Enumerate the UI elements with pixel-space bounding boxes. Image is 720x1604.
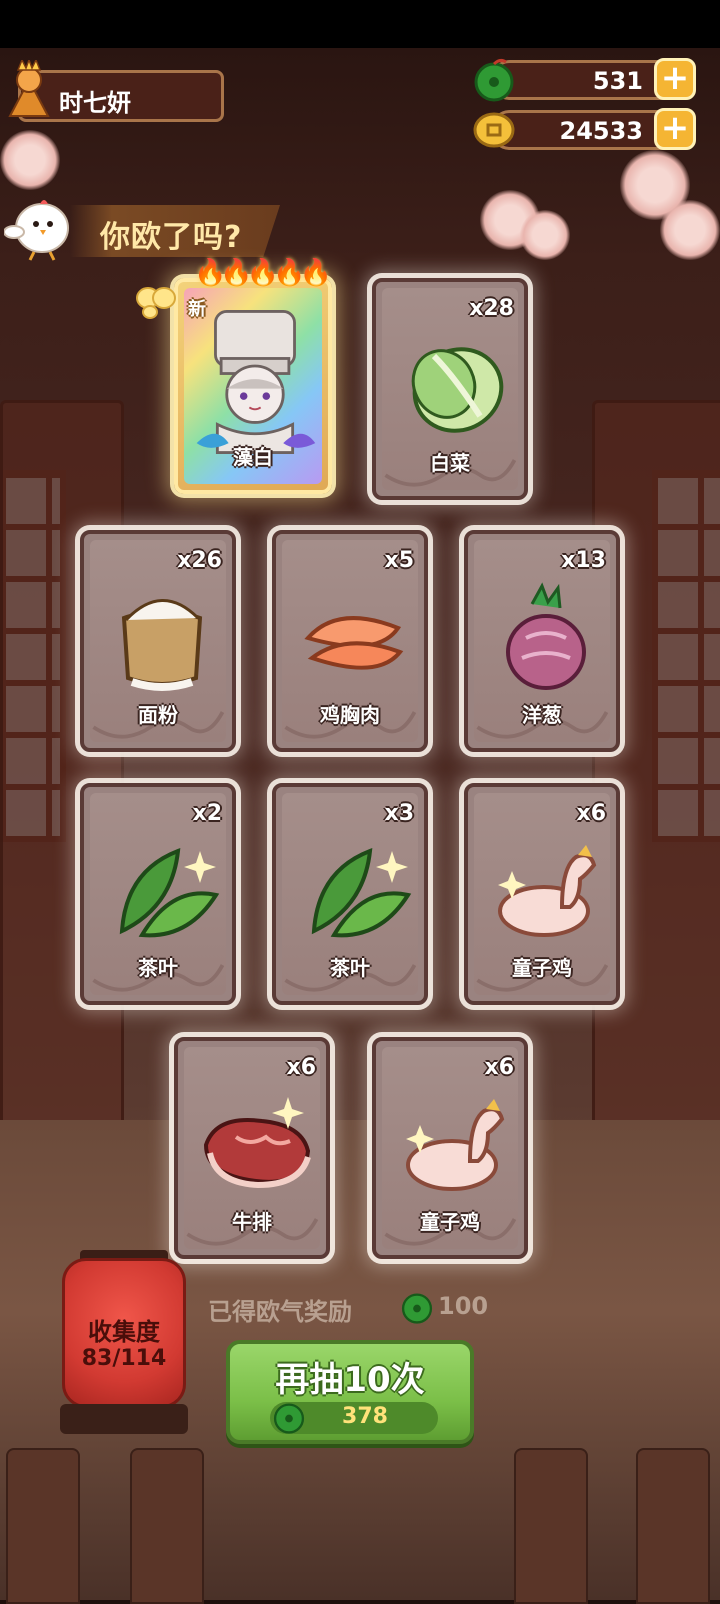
card-count: x13 <box>561 548 606 573</box>
tea-leaf-icon <box>119 847 220 938</box>
fence-post <box>6 1448 80 1604</box>
gold-coin-icon <box>473 112 515 148</box>
background-door-left <box>0 400 124 1126</box>
green-jade-icon <box>401 1293 433 1324</box>
reward-value: 100 <box>438 1292 489 1320</box>
card-count: x2 <box>192 801 223 826</box>
status-bar <box>0 0 720 48</box>
blossom-decoration <box>520 210 570 260</box>
young-chicken-icon <box>498 845 597 937</box>
card-name: 白菜 <box>430 451 470 475</box>
background-door-right <box>592 400 720 1126</box>
ingredient-card[interactable]: x26 面粉 <box>80 530 236 752</box>
draw-ten-button[interactable]: 再抽10次 378 <box>226 1340 474 1444</box>
card-count: x26 <box>177 548 222 573</box>
green-jade-icon <box>474 58 514 102</box>
napa-cabbage-icon <box>411 347 504 433</box>
card-name: 茶叶 <box>330 956 370 980</box>
chicken-breast-icon <box>304 616 404 670</box>
lantern-stand <box>60 1404 188 1434</box>
card-count: x6 <box>484 1055 515 1080</box>
flour-sack-icon <box>121 599 203 691</box>
card-count: x6 <box>286 1055 317 1080</box>
coin-value: 24533 <box>559 117 644 145</box>
new-tag: 新 <box>188 299 206 320</box>
player-avatar-icon[interactable] <box>6 60 52 118</box>
card-name: 鸡胸肉 <box>320 703 380 727</box>
card-name: 童子鸡 <box>420 1210 480 1234</box>
card-count: x3 <box>384 801 415 826</box>
tea-leaf-icon <box>311 847 412 938</box>
chick-mascot-icon <box>4 200 69 261</box>
reward-label: 已得欧气奖励 <box>208 1298 352 1326</box>
draw-cost-value: 378 <box>342 1404 388 1429</box>
ingredient-card[interactable]: x6 牛排 <box>174 1037 330 1259</box>
ingredient-card[interactable]: x13 洋葱 <box>464 530 620 752</box>
card-name: 茶叶 <box>138 956 178 980</box>
add-jade-button[interactable]: + <box>654 58 696 100</box>
chef-character-portrait-icon <box>196 310 316 454</box>
card-name: 面粉 <box>138 703 178 727</box>
fence-post <box>514 1448 588 1604</box>
card-name: 牛排 <box>232 1210 272 1234</box>
rarity-flames: 🔥🔥🔥🔥🔥 <box>194 258 332 288</box>
ingredient-card[interactable]: x6 童子鸡 <box>372 1037 528 1259</box>
onion-icon <box>506 582 586 690</box>
player-name: 时七妍 <box>59 89 131 117</box>
steak-icon <box>203 1097 311 1189</box>
card-name: 童子鸡 <box>512 956 572 980</box>
fence-post <box>130 1448 204 1604</box>
card-count: x6 <box>576 801 607 826</box>
butterfly-icon <box>136 287 176 319</box>
luck-banner-text: 你欧了吗? <box>100 220 243 255</box>
card-count: x5 <box>384 548 415 573</box>
ingredient-card[interactable]: x2 茶叶 <box>80 783 236 1005</box>
young-chicken-icon <box>406 1099 505 1191</box>
ingredient-card[interactable]: x6 童子鸡 <box>464 783 620 1005</box>
blossom-decoration <box>0 130 60 190</box>
card-name: 洋葱 <box>522 703 562 727</box>
draw-ten-label: 再抽10次 <box>275 1360 425 1400</box>
add-coins-button[interactable]: + <box>654 108 696 150</box>
fence-post <box>636 1448 710 1604</box>
card-count: x28 <box>469 296 514 321</box>
ingredient-card[interactable]: x3 茶叶 <box>272 783 428 1005</box>
blossom-decoration <box>660 200 720 260</box>
collection-title: 收集度 <box>88 1318 160 1346</box>
ingredient-card[interactable]: x28 白菜 <box>372 278 528 500</box>
jade-value: 531 <box>592 67 643 95</box>
card-name: 藻白 <box>233 445 273 469</box>
collection-progress: 83/114 <box>81 1346 167 1371</box>
ingredient-card[interactable]: x5 鸡胸肉 <box>272 530 428 752</box>
